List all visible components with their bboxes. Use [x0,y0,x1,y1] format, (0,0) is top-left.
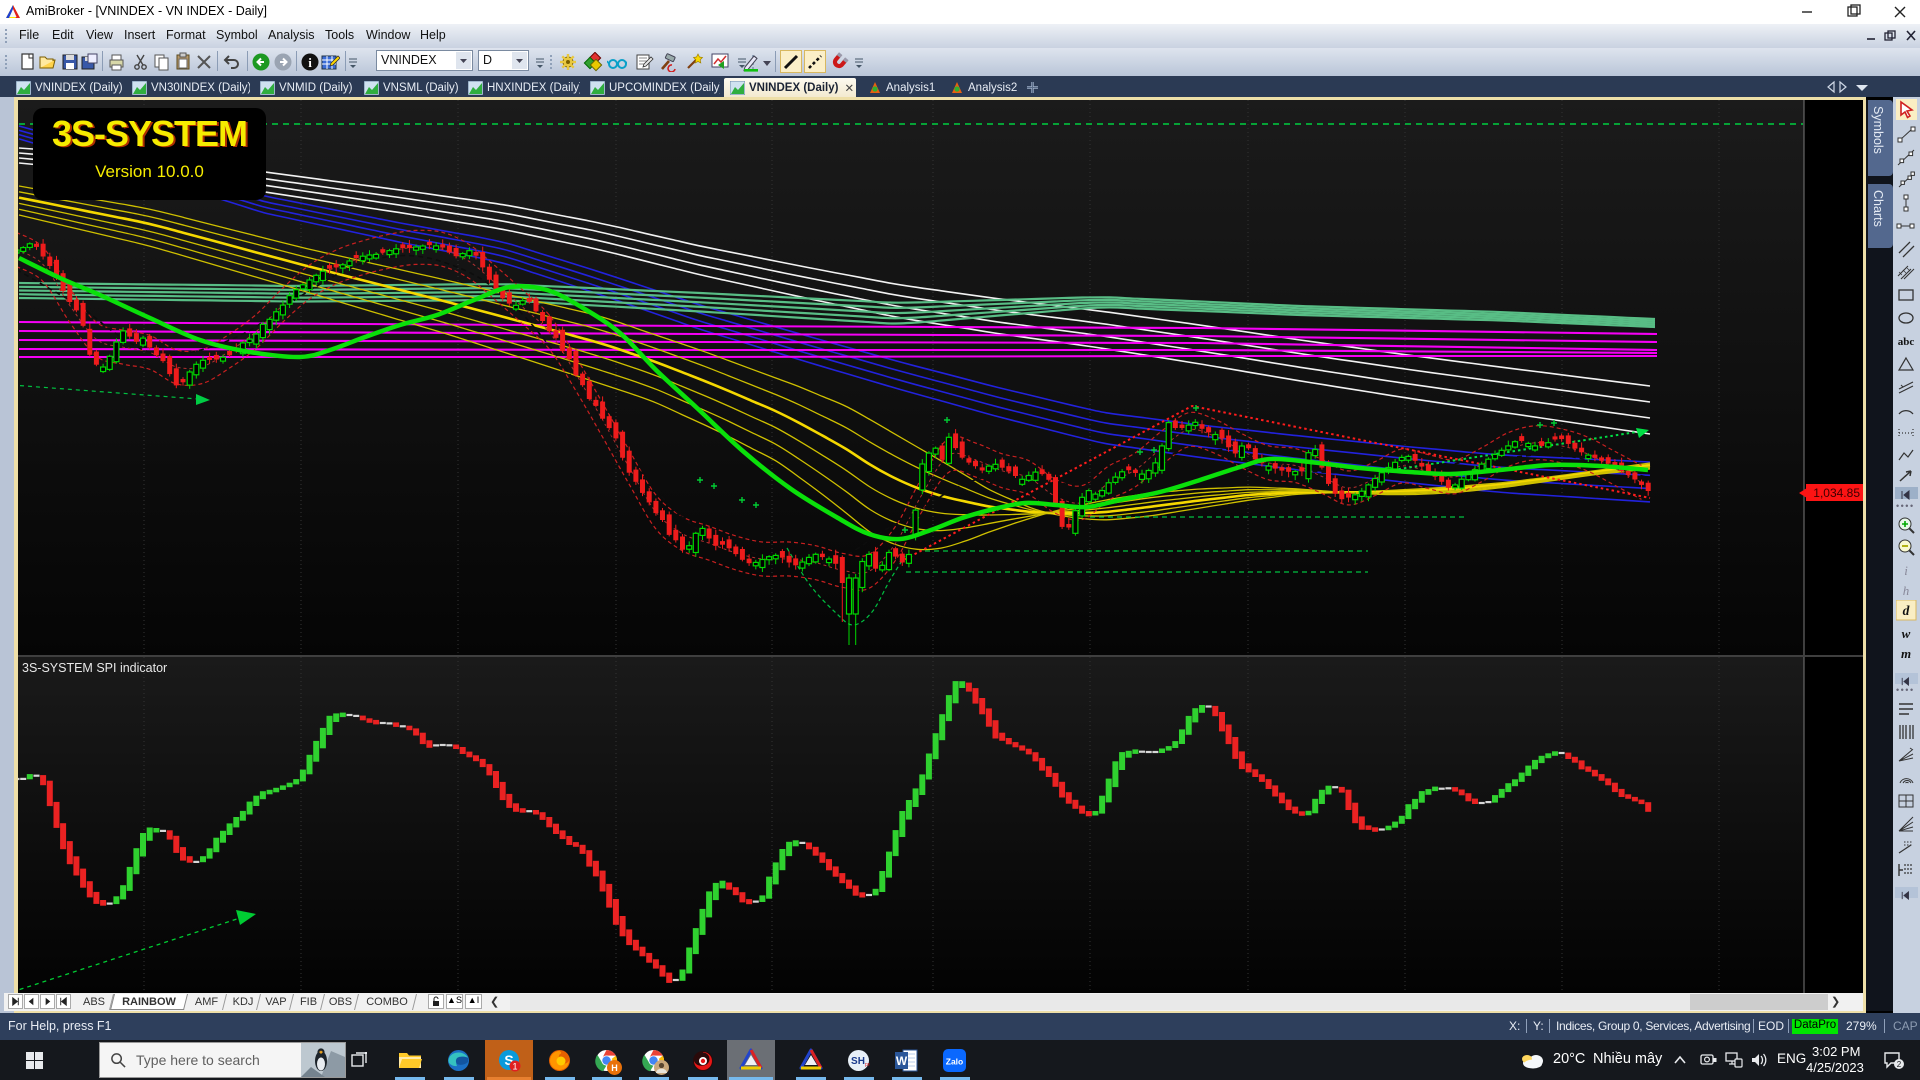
svg-text:h: h [1903,583,1910,598]
svg-text:i: i [1904,563,1908,578]
svg-text:w: w [1902,626,1911,641]
svg-text:2: 2 [1897,1060,1902,1069]
svg-text:pro: pro [865,1062,870,1068]
svg-text:SH: SH [851,1056,865,1067]
svg-text:Zalo: Zalo [946,1057,963,1067]
svg-text:1: 1 [512,1062,517,1072]
svg-text:m: m [1901,646,1911,661]
svg-text:i: i [308,55,312,70]
svg-text:W: W [896,1054,908,1068]
svg-text:abc: abc [1898,336,1915,348]
svg-text:H: H [611,1063,618,1073]
svg-text:d: d [1903,603,1910,618]
